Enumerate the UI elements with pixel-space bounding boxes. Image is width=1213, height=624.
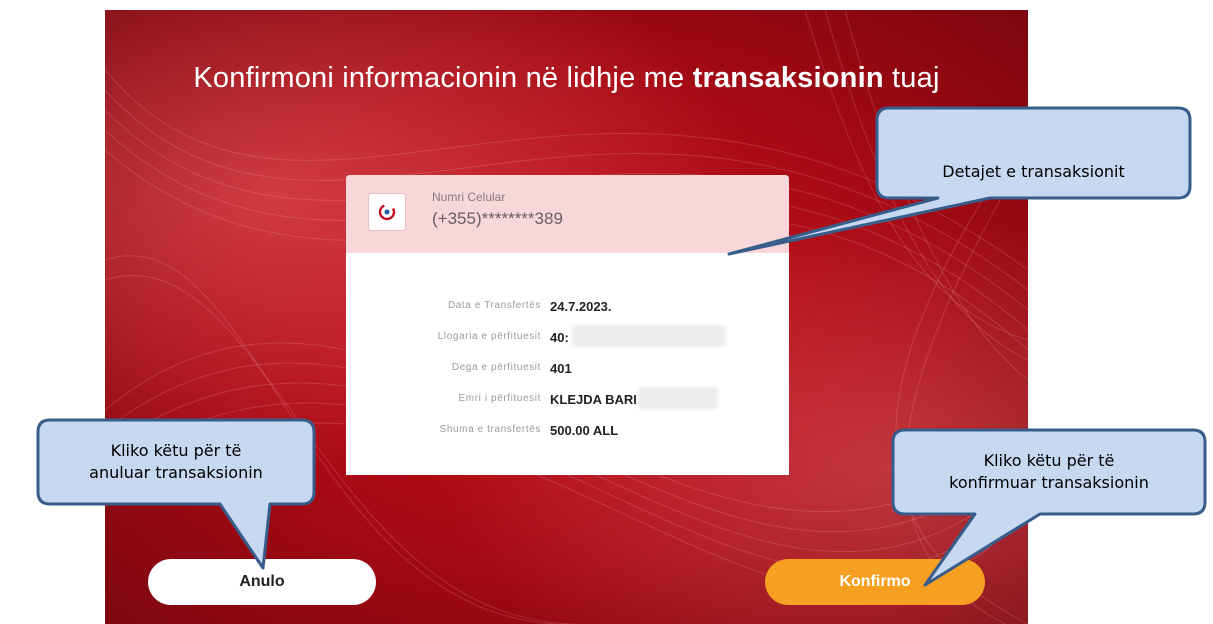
phone-label: Numri Celular <box>432 190 506 204</box>
detail-value: 24.7.2023. <box>550 299 612 314</box>
detail-label: Llogaria e përfituesit <box>437 331 541 342</box>
detail-value: 401 <box>550 361 572 376</box>
detail-label: Dega e përfituesit <box>451 362 541 373</box>
cancel-callout-line2: anuluar transaksionin <box>89 463 263 482</box>
detail-value: KLEJDA BARI <box>550 392 637 407</box>
card-header: Numri Celular (+355)********389 <box>346 175 789 253</box>
page-title: Konfirmoni informacionin në lidhje me tr… <box>193 62 940 94</box>
detail-row-name: Emri i përfituesit KLEJDA BARI <box>346 387 789 424</box>
mobile-transfer-logo-icon <box>368 193 406 231</box>
receipt-edge <box>346 462 789 474</box>
details-callout-text: Detajet e transaksionit <box>942 162 1125 181</box>
phone-value: (+355)********389 <box>432 209 563 228</box>
detail-label: Data e Transfertës <box>447 300 541 311</box>
detail-row-amount: Shuma e transfertës 500.00 ALL <box>346 423 789 455</box>
detail-row-branch: Dega e përfituesit 401 <box>346 361 789 393</box>
detail-label: Emri i përfituesit <box>458 393 541 404</box>
confirm-button[interactable]: Konfirmo <box>765 559 985 605</box>
atm-screen: Konfirmoni informacionin në lidhje me tr… <box>105 10 1028 624</box>
redaction-blur <box>572 325 726 347</box>
details-list: Data e Transfertës 24.7.2023. Llogaria e… <box>346 299 789 455</box>
confirm-callout-line2: konfirmuar transaksionin <box>949 473 1149 492</box>
detail-value: 40: <box>550 330 569 345</box>
cancel-callout: Kliko këtu për të anuluar transaksionin <box>38 440 314 484</box>
redaction-blur <box>638 387 718 409</box>
detail-value: 500.00 ALL <box>550 423 619 438</box>
details-callout: Detajet e transaksionit <box>877 161 1190 183</box>
cancel-callout-line1: Kliko këtu për të <box>110 441 242 460</box>
transaction-details-card: Numri Celular (+355)********389 Data e T… <box>346 175 789 475</box>
cancel-button[interactable]: Anulo <box>148 559 376 605</box>
confirm-callout-line1: Kliko këtu për të <box>983 451 1115 470</box>
detail-row-account: Llogaria e përfituesit 40: <box>346 325 789 362</box>
confirm-callout: Kliko këtu për të konfirmuar transaksion… <box>893 450 1205 494</box>
detail-label: Shuma e transfertës <box>439 424 541 435</box>
